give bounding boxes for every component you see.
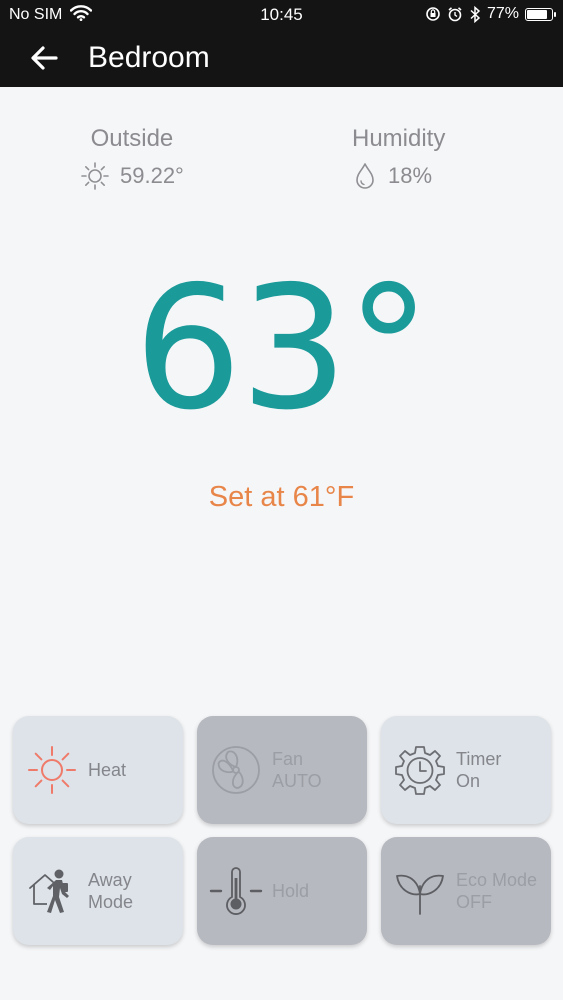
battery-icon [525,7,556,21]
humidity-info: Humidity 18% [352,125,445,191]
away-line1: Away [88,870,132,890]
timer-line1: Timer [456,749,502,769]
battery-fill [527,9,548,19]
top-bar: No SIM 10:45 77% Bedroom [0,0,563,87]
current-temperature: 63° [133,250,431,448]
sun-icon [81,162,109,190]
outside-value-row: 59.22° [80,161,184,191]
bluetooth-icon [470,5,481,23]
eco-mode-button[interactable]: Eco Mode OFF [381,837,551,945]
timer-label: Timer On [456,716,501,824]
heat-line1: Heat [88,760,127,780]
outside-info: Outside 59.22° [80,125,184,191]
status-right: 77% [425,5,556,23]
timer-line2: On [456,771,481,791]
outside-label: Outside [90,125,174,152]
drop-icon [356,163,374,189]
humidity-label: Humidity [352,125,446,152]
hold-label: Hold [272,837,309,945]
eco-line2: OFF [456,892,492,912]
hold-button[interactable]: Hold [197,837,367,945]
set-point-label[interactable]: Set at 61°F [0,481,563,514]
timer-button[interactable]: Timer On [381,716,551,824]
away-mode-button[interactable]: Away Mode [13,837,183,945]
alarm-icon [448,7,462,22]
away-person-icon [29,869,69,913]
fan-mode-button[interactable]: Fan AUTO [197,716,367,824]
outside-value: 59.22° [120,163,184,188]
timer-gear-icon [395,746,445,795]
fan-line2: AUTO [272,771,322,791]
status-bar: No SIM 10:45 77% [0,0,563,30]
heat-label: Heat [88,716,126,824]
fan-icon [212,746,260,794]
battery-percent: 77% [486,5,519,22]
fan-line1: Fan [272,749,304,769]
hold-line1: Hold [272,881,310,901]
away-label: Away Mode [88,837,133,945]
eco-line1: Eco Mode [456,870,538,890]
thermometer-icon [209,867,263,915]
away-line2: Mode [88,892,134,912]
humidity-value-row: 18% [352,161,445,191]
page-title: Bedroom [88,41,210,74]
title-bar: Bedroom [0,30,563,87]
rotation-lock-icon [426,7,440,21]
eco-label: Eco Mode OFF [456,837,537,945]
humidity-value: 18% [388,163,433,188]
heat-mode-button[interactable]: Heat [13,716,183,824]
fan-label: Fan AUTO [272,716,322,824]
back-arrow-icon[interactable] [26,40,62,76]
heat-sun-icon [28,746,76,794]
leaf-icon [396,874,444,915]
